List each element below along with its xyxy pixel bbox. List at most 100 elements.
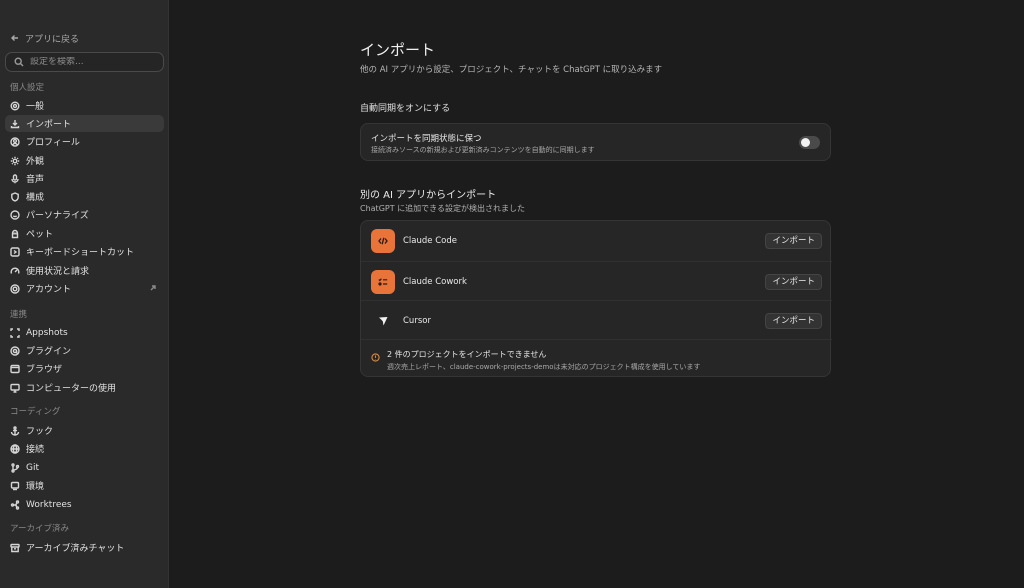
sidebar-item-import[interactable]: インポート <box>5 115 164 132</box>
section-integrations: 連携 <box>10 310 28 320</box>
sidebar-item-configuration[interactable]: 構成 <box>5 188 164 205</box>
sidebar-item-appearance[interactable]: 外観 <box>5 152 164 169</box>
pet-icon <box>10 229 20 239</box>
worktree-icon <box>10 499 20 510</box>
sidebar-item-label: アーカイブ済みチャット <box>26 544 125 554</box>
import-button-claude-cowork[interactable]: インポート <box>765 274 822 290</box>
sidebar-item-pets[interactable]: ペット <box>5 225 164 242</box>
app-row-claude-cowork: Claude Cowork インポート <box>361 261 832 301</box>
section-archived: アーカイブ済み <box>10 524 69 534</box>
gear-icon <box>10 101 20 111</box>
checklist-icon <box>371 270 395 294</box>
auto-sync-heading: 自動同期をオンにする <box>360 104 451 114</box>
microphone-icon <box>10 173 20 184</box>
app-name: Claude Cowork <box>403 277 467 287</box>
sync-title: インポートを同期状態に保つ <box>371 134 482 144</box>
app-row-claude-code: Claude Code インポート <box>361 221 832 261</box>
sync-card: インポートを同期状態に保つ 接続済みソースの新規および更新済みコンテンツを自動的… <box>360 123 831 161</box>
monitor-icon <box>10 383 20 393</box>
import-warning: 2 件のプロジェクトをインポートできません 週次売上レポート、claude-co… <box>361 339 832 377</box>
back-label: アプリに戻る <box>25 34 80 45</box>
plugin-icon <box>10 345 20 356</box>
laptop-icon <box>10 481 20 491</box>
warning-description: 週次売上レポート、claude-cowork-projects-demoは未対応… <box>387 363 701 371</box>
sidebar-item-environments[interactable]: 環境 <box>5 477 164 494</box>
sidebar-item-label: Appshots <box>26 327 68 338</box>
sidebar-item-usage[interactable]: 使用状況と請求 <box>5 262 164 279</box>
search-input[interactable] <box>30 57 150 67</box>
sidebar-item-appshots[interactable]: Appshots <box>5 324 164 341</box>
other-apps-subtitle: ChatGPT に追加できる設定が検出されました <box>360 204 525 213</box>
keyboard-icon <box>10 246 20 257</box>
sidebar-item-label: プロフィール <box>26 138 80 148</box>
sidebar-item-profile[interactable]: プロフィール <box>5 133 164 150</box>
settings-sidebar: アプリに戻る 個人設定 一般 インポート プロフィール 外観 音声 構成 パーソ… <box>0 0 169 588</box>
sidebar-item-label: フック <box>26 427 54 437</box>
back-to-app-link[interactable]: アプリに戻る <box>10 31 79 45</box>
search-icon <box>14 57 24 67</box>
sidebar-item-personalize[interactable]: パーソナライズ <box>5 206 164 223</box>
app-name: Cursor <box>403 316 431 326</box>
import-button-claude-code[interactable]: インポート <box>765 233 822 249</box>
sidebar-item-git[interactable]: Git <box>5 459 164 476</box>
browser-window-icon <box>10 364 20 374</box>
app-row-cursor: Cursor インポート <box>361 300 832 340</box>
sidebar-item-connections[interactable]: 接続 <box>5 440 164 457</box>
sidebar-item-label: 一般 <box>26 102 45 112</box>
import-button-cursor[interactable]: インポート <box>765 313 822 329</box>
sidebar-item-label: 構成 <box>26 193 45 203</box>
sidebar-item-label: プラグイン <box>26 347 72 357</box>
apps-card: Claude Code インポート Claude Cowork インポート Cu… <box>360 220 832 377</box>
gauge-icon <box>10 266 20 276</box>
sidebar-item-label: 接続 <box>26 445 45 455</box>
search-box[interactable] <box>5 52 164 72</box>
screenshot-icon <box>10 327 20 338</box>
page-subtitle: 他の AI アプリから設定、プロジェクト、チャットを ChatGPT に取り込み… <box>360 65 663 75</box>
anchor-icon <box>10 425 20 436</box>
sidebar-item-computer-use[interactable]: コンピューターの使用 <box>5 379 164 396</box>
other-apps-heading: 別の AI アプリからインポート <box>360 190 497 201</box>
sidebar-item-label: アカウント <box>26 285 72 295</box>
sidebar-item-label: パーソナライズ <box>26 211 89 221</box>
globe-icon <box>10 283 20 294</box>
sidebar-item-voice[interactable]: 音声 <box>5 170 164 187</box>
sidebar-item-label: Git <box>26 462 40 473</box>
sidebar-item-shortcuts[interactable]: キーボードショートカット <box>5 243 164 260</box>
sidebar-item-plugins[interactable]: プラグイン <box>5 342 164 359</box>
git-branch-icon <box>10 462 20 473</box>
sync-toggle[interactable] <box>799 136 820 149</box>
archive-icon <box>10 543 20 553</box>
sidebar-item-label: インポート <box>26 120 72 130</box>
sidebar-item-label: 外観 <box>26 157 45 167</box>
section-personal: 個人設定 <box>10 83 45 93</box>
app-name: Claude Code <box>403 236 457 246</box>
sync-description: 接続済みソースの新規および更新済みコンテンツを自動的に同期します <box>371 146 595 154</box>
external-link-icon <box>148 283 158 293</box>
sidebar-item-label: 音声 <box>26 175 45 185</box>
sidebar-item-general[interactable]: 一般 <box>5 97 164 114</box>
sidebar-item-label: コンピューターの使用 <box>26 384 117 394</box>
warning-title: 2 件のプロジェクトをインポートできません <box>387 350 547 359</box>
code-icon <box>371 229 395 253</box>
page-title: インポート <box>360 41 436 59</box>
sidebar-item-worktrees[interactable]: Worktrees <box>5 496 164 513</box>
sidebar-item-label: 環境 <box>26 482 45 492</box>
warning-icon <box>371 353 380 362</box>
sidebar-item-archived-chats[interactable]: アーカイブ済みチャット <box>5 539 164 556</box>
section-coding: コーディング <box>10 407 61 417</box>
sidebar-item-label: ペット <box>26 230 54 240</box>
sidebar-item-account[interactable]: アカウント <box>5 280 164 297</box>
shield-icon <box>10 191 20 202</box>
cursor-icon <box>371 309 395 333</box>
settings-main: インポート 他の AI アプリから設定、プロジェクト、チャットを ChatGPT… <box>170 0 1024 588</box>
download-icon <box>10 119 20 129</box>
sun-icon <box>10 156 20 166</box>
globe-network-icon <box>10 443 20 454</box>
sidebar-item-label: Worktrees <box>26 499 72 510</box>
sidebar-item-hooks[interactable]: フック <box>5 422 164 439</box>
personalize-icon <box>10 209 20 220</box>
arrow-left-icon <box>10 33 20 43</box>
toggle-knob <box>801 138 810 147</box>
sidebar-item-label: ブラウザ <box>26 365 63 375</box>
sidebar-item-browser[interactable]: ブラウザ <box>5 360 164 377</box>
